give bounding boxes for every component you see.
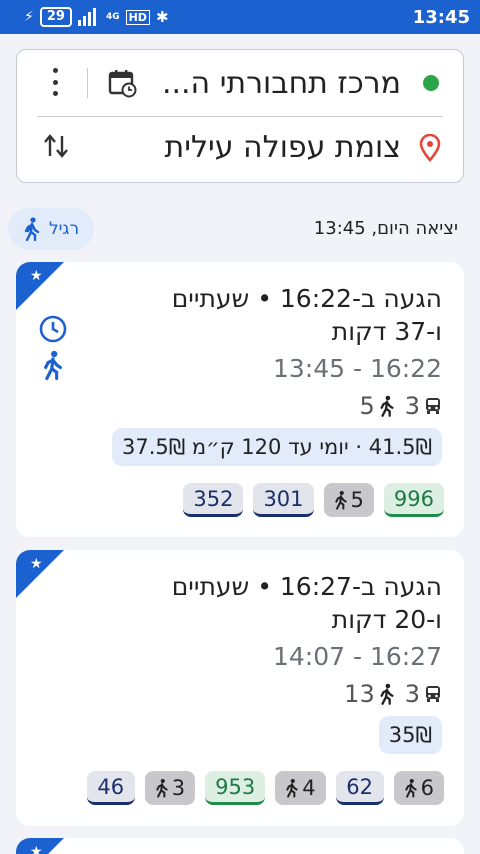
line-chip: 46 [86, 771, 135, 805]
line-chip: 301 [253, 483, 314, 517]
status-bar: ⚡ 29 4G HD ✱ 13:45 [0, 0, 480, 34]
walk-chip: 3 [144, 771, 196, 805]
route-search-box: מרכז תחבורתי ה... צומת עפולה עילית [16, 49, 464, 183]
line-chip: 996 [383, 483, 444, 517]
bus-count: 3 [405, 392, 442, 420]
arrival-summary: הגעה ב-16:27 • שעתיים ו-20 דקות [171, 572, 442, 634]
walk-icon [404, 778, 417, 798]
bus-count: 3 [405, 680, 442, 708]
status-time: 13:45 [412, 6, 470, 28]
line-chip: 62 [335, 771, 384, 805]
route-card[interactable]: ★ [16, 838, 464, 854]
hd-icon: HD [125, 9, 150, 25]
origin-row[interactable]: מרכז תחבורתי ה... [17, 50, 463, 114]
favorite-ribbon: ★ [16, 550, 64, 598]
walk-count: 5 [359, 392, 394, 420]
leg-counts: 3 5 [359, 392, 442, 420]
mode-label: רגיל [48, 219, 80, 239]
star-icon: ★ [30, 556, 43, 572]
route-legs: 996 5 301 352 [183, 483, 444, 517]
clock-icon [39, 315, 67, 343]
walk-chip: 4 [275, 771, 326, 805]
walk-chip: 5 [323, 483, 374, 517]
time-range: 13:45 - 16:22 [272, 354, 442, 383]
destination-row[interactable]: צומת עפולה עילית [17, 118, 463, 182]
destination-input[interactable]: צומת עפולה עילית [165, 130, 401, 165]
bus-count-value: 3 [404, 392, 420, 420]
walk-minutes: 3 [171, 776, 186, 800]
charging-icon: ⚡ [24, 9, 34, 25]
origin-input[interactable]: מרכז תחבורתי ה... [162, 66, 401, 101]
route-card[interactable]: ★ הגעה ב-16:27 • שעתיים ו-20 דקות 14:07 … [16, 550, 464, 826]
favorite-ribbon: ★ [16, 838, 64, 854]
walk-count-value: 5 [359, 392, 375, 420]
route-card[interactable]: ★ הגעה ב-16:22 • שעתיים ו-37 דקות 13:45 … [16, 262, 464, 537]
walk-icon [24, 217, 40, 241]
network-type: 4G [105, 12, 120, 22]
origin-dot-icon [423, 75, 439, 91]
battery-indicator: 29 [39, 7, 72, 27]
favorite-ribbon: ★ [16, 262, 64, 310]
separator [87, 68, 88, 98]
status-icons: ⚡ 29 4G HD ✱ [24, 7, 169, 27]
search-divider [37, 116, 443, 117]
walk-minutes: 5 [350, 488, 364, 512]
bus-icon [426, 686, 440, 702]
arrival-summary: הגעה ב-16:22 • שעתיים ו-37 דקות [171, 284, 442, 346]
star-icon: ★ [30, 268, 43, 284]
walk-count-value: 13 [344, 680, 375, 708]
route-side-icons [38, 314, 68, 380]
mode-chip[interactable]: רגיל [8, 208, 94, 250]
line-chip: 352 [183, 483, 244, 517]
time-range: 14:07 - 16:27 [272, 642, 442, 671]
walk-icon [156, 778, 168, 798]
bus-count-value: 3 [404, 680, 420, 708]
star-icon: ★ [30, 844, 43, 854]
walk-count: 13 [344, 680, 395, 708]
walk-icon [286, 778, 298, 798]
swap-icon[interactable] [43, 132, 69, 160]
bluetooth-icon: ✱ [155, 8, 169, 26]
fare-chip: 41.5₪ · יומי עד 120 ק״מ 37.5₪ [112, 428, 442, 466]
walk-chip: 6 [393, 771, 444, 805]
route-legs: 6 62 4 953 3 46 [86, 771, 444, 805]
walk-icon [334, 490, 347, 510]
walk-icon [380, 683, 394, 705]
walk-minutes: 6 [420, 776, 434, 800]
fare-chip: 35₪ [378, 716, 442, 754]
line-chip: 953 [205, 771, 266, 805]
more-options-icon[interactable] [47, 68, 63, 96]
signal-icon [77, 8, 96, 26]
walk-minutes: 4 [302, 776, 316, 800]
walk-icon [44, 350, 62, 380]
calendar-clock-icon[interactable] [107, 68, 137, 98]
departure-time[interactable]: יציאה היום, 13:45 [314, 218, 458, 239]
leg-counts: 3 13 [344, 680, 442, 708]
location-pin-icon [419, 134, 441, 162]
walk-icon [380, 395, 394, 417]
bus-icon [426, 398, 440, 414]
